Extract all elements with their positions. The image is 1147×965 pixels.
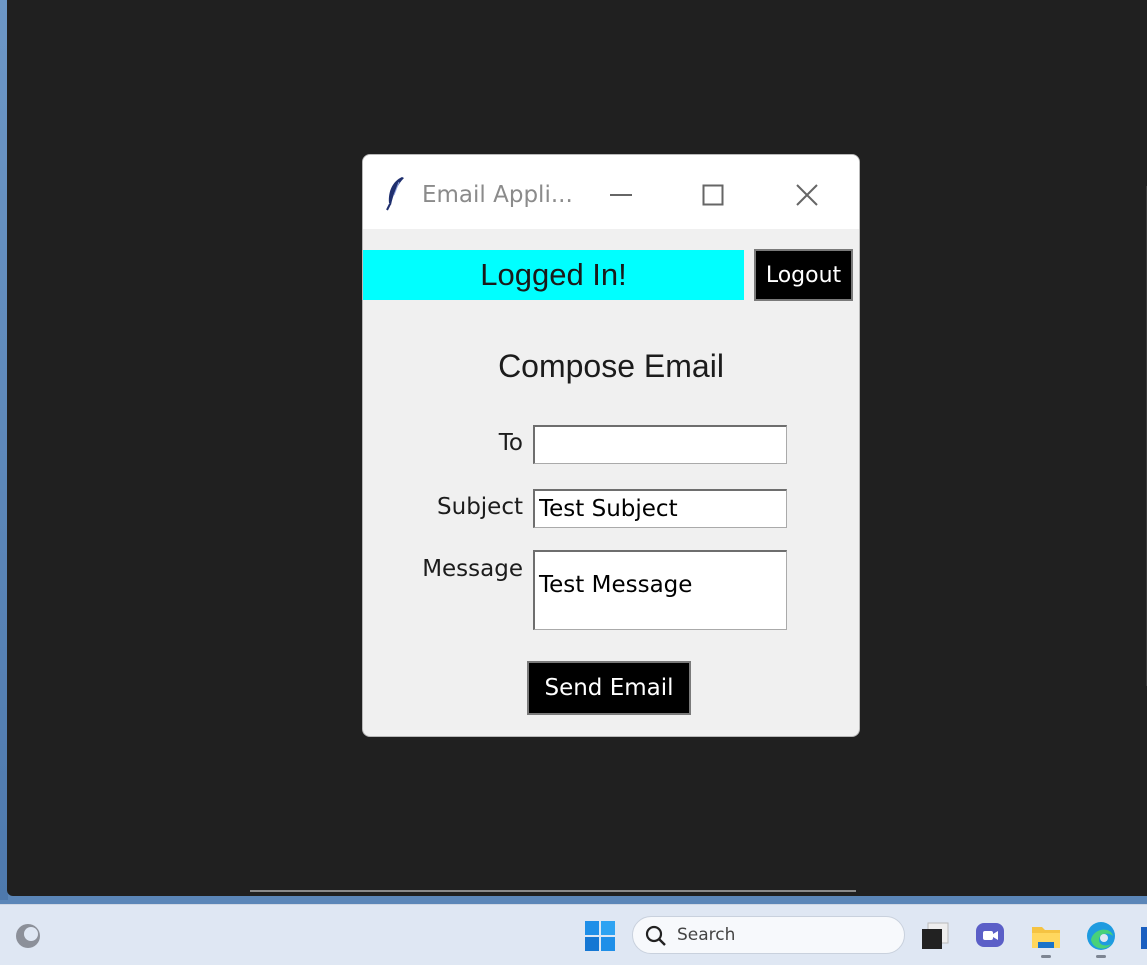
subject-label: Subject <box>437 494 523 520</box>
taskbar-pin-indicator <box>1096 955 1106 958</box>
taskbar-pin-indicator <box>1041 955 1051 958</box>
horizontal-scrollbar[interactable] <box>250 890 856 892</box>
message-label: Message <box>422 556 523 582</box>
feather-icon <box>386 177 404 211</box>
send-email-button[interactable]: Send Email <box>527 661 691 715</box>
to-field[interactable] <box>533 425 787 464</box>
windows-start-icon[interactable] <box>585 921 615 951</box>
taskbar: Search <box>0 904 1147 965</box>
window-title: Email Appli... <box>422 182 573 208</box>
taskbar-search[interactable]: Search <box>632 916 905 954</box>
search-icon <box>645 925 666 946</box>
folder-icon[interactable] <box>1030 920 1062 952</box>
partial-taskbar-icon[interactable] <box>1141 927 1147 949</box>
file-explorer-icon[interactable] <box>919 920 951 952</box>
compose-title: Compose Email <box>498 348 724 384</box>
logout-button[interactable]: Logout <box>754 249 853 301</box>
search-placeholder: Search <box>677 925 736 945</box>
login-status-banner: Logged In! <box>363 250 744 300</box>
edge-icon[interactable] <box>1085 920 1117 952</box>
minimize-button[interactable] <box>599 175 643 215</box>
message-textarea[interactable]: Test Message <box>533 550 787 630</box>
to-label: To <box>498 430 523 456</box>
minimize-icon <box>610 194 632 196</box>
app-icon[interactable] <box>14 922 42 950</box>
maximize-icon <box>702 184 724 206</box>
maximize-button[interactable] <box>691 175 735 215</box>
email-app-window: Email Appli... Logged In! Logout Compose… <box>362 154 860 737</box>
close-icon <box>796 184 818 206</box>
teams-icon[interactable] <box>974 920 1006 952</box>
subject-field[interactable] <box>533 489 787 528</box>
close-button[interactable] <box>785 175 829 215</box>
title-bar[interactable]: Email Appli... <box>363 155 859 229</box>
